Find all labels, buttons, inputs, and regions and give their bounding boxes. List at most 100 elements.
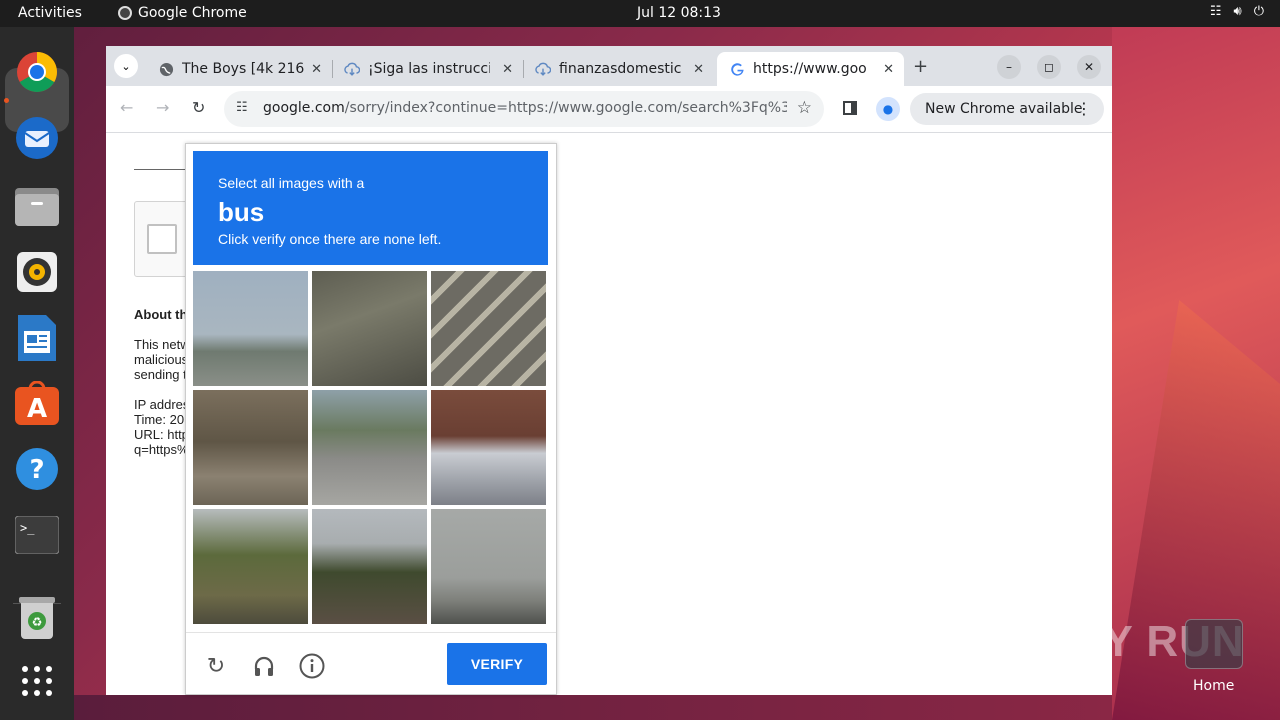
minimize-icon: – (1006, 60, 1012, 74)
app-center-icon: A (15, 381, 59, 425)
dock-trash[interactable]: ♻ (13, 593, 61, 641)
show-apps-button[interactable] (13, 657, 61, 705)
network-icon: ☷ (1209, 4, 1222, 19)
url-path: /sorry/index?continue=https://www.google… (344, 100, 787, 116)
home-label: Home (1193, 678, 1235, 694)
tab-label: finanzasdomestic (559, 61, 681, 77)
forward-button[interactable]: → (156, 98, 169, 117)
app-grid-icon (22, 666, 52, 696)
person-icon: ● (882, 102, 894, 116)
captcha-tile-8[interactable] (312, 509, 427, 624)
audio-challenge-icon[interactable] (251, 653, 277, 679)
captcha-tile-1[interactable] (193, 271, 308, 386)
close-tab-icon[interactable]: ✕ (502, 62, 513, 77)
home-folder-icon[interactable] (1185, 619, 1243, 669)
captcha-footer: ↻ VERIFY (186, 632, 556, 695)
close-icon: ✕ (1083, 60, 1095, 74)
captcha-tile-5[interactable] (312, 390, 427, 505)
captcha-tile-4[interactable] (193, 390, 308, 505)
dock-help[interactable]: ? (13, 445, 61, 493)
captcha-tile-3[interactable] (431, 271, 546, 386)
maximize-icon: ◻ (1044, 60, 1054, 74)
url-text[interactable]: google.com/sorry/index?continue=https://… (263, 100, 787, 116)
profile-avatar[interactable]: ● (876, 97, 900, 121)
tab-search-button[interactable]: ⌄ (114, 54, 138, 78)
dock-terminal[interactable]: >_ (13, 511, 61, 559)
reload-challenge-icon[interactable]: ↻ (203, 653, 229, 679)
about-heading: About th (134, 307, 188, 322)
download-cloud-icon (535, 61, 551, 77)
dock: A ? >_ ♻ (0, 27, 74, 720)
captcha-tile-9[interactable] (431, 509, 546, 624)
dock-thunderbird[interactable] (13, 114, 61, 162)
bookmark-star-icon[interactable]: ☆ (797, 98, 812, 118)
dock-chrome[interactable] (13, 48, 61, 96)
tab-0[interactable]: The Boys [4k 2160 ✕ (146, 52, 332, 86)
power-icon: ⏻ (1253, 4, 1264, 19)
verify-button[interactable]: VERIFY (447, 643, 547, 685)
tab-3-active[interactable]: https://www.goo ✕ (717, 52, 904, 86)
text-line: q=https% (134, 442, 189, 457)
activities-button[interactable]: Activities (18, 5, 82, 21)
chevron-down-icon: ⌄ (121, 59, 131, 73)
captcha-tile-7[interactable] (193, 509, 308, 624)
maximize-button[interactable]: ◻ (1037, 55, 1061, 79)
new-tab-button[interactable]: + (913, 56, 928, 77)
svg-text:>_: >_ (20, 521, 35, 535)
app-menu[interactable]: Google Chrome (118, 5, 247, 21)
explanation-text: This netw malicious sending t (134, 337, 190, 382)
tab-strip: ⌄ The Boys [4k 2160 ✕ ¡Siga las instrucc… (106, 46, 1112, 86)
volume-icon: 🔊︎ (1233, 4, 1242, 19)
help-icon: ? (16, 448, 58, 490)
more-vert-icon[interactable]: ⋮ (1076, 99, 1092, 118)
captcha-tile-6[interactable] (431, 390, 546, 505)
recaptcha-checkbox[interactable] (147, 224, 177, 254)
instruction-line: Select all images with a (218, 175, 365, 191)
google-icon (729, 61, 745, 77)
close-tab-icon[interactable]: ✕ (693, 62, 704, 77)
tab-label: https://www.goo (753, 61, 867, 77)
chrome-icon (17, 52, 57, 92)
side-panel-icon[interactable] (843, 101, 857, 115)
update-label: New Chrome available (925, 101, 1083, 117)
dock-app-center[interactable]: A (13, 379, 61, 427)
dock-writer[interactable] (13, 314, 61, 362)
wallpaper-bottom (74, 695, 1112, 720)
tab-2[interactable]: finanzasdomestic ✕ (523, 52, 714, 86)
info-icon[interactable] (299, 653, 325, 679)
text-line: sending t (134, 367, 187, 382)
text-line: URL: http (134, 427, 189, 442)
target-object: bus (218, 197, 265, 227)
trash-icon: ♻ (19, 597, 55, 639)
system-tray[interactable]: ☷ 🔊︎ ⏻ (1210, 4, 1264, 19)
app-name: Google Chrome (138, 5, 247, 21)
address-bar[interactable]: ☷ google.com/sorry/index?continue=https:… (224, 91, 824, 127)
globe-icon (158, 61, 174, 77)
dock-files[interactable] (13, 182, 61, 230)
tab-1[interactable]: ¡Siga las instrucci ✕ (332, 52, 523, 86)
running-indicator (4, 98, 9, 103)
text-line: Time: 20 (134, 412, 185, 427)
rhythmbox-icon (17, 252, 57, 292)
text-line: malicious (134, 352, 189, 367)
text-line: IP addres (134, 397, 190, 412)
clock[interactable]: Jul 12 08:13 (637, 5, 721, 21)
chrome-small-icon (118, 6, 132, 20)
svg-text:A: A (27, 394, 47, 424)
captcha-tile-2[interactable] (312, 271, 427, 386)
back-button[interactable]: ← (120, 98, 133, 117)
close-tab-icon[interactable]: ✕ (883, 62, 894, 77)
captcha-instructions: Select all images with a bus Click verif… (193, 151, 548, 265)
update-chrome-button[interactable]: New Chrome available ⋮ (910, 93, 1104, 125)
captcha-challenge: Select all images with a bus Click verif… (185, 143, 557, 695)
top-bar: Activities Google Chrome Jul 12 08:13 ☷ … (0, 0, 1280, 27)
close-window-button[interactable]: ✕ (1077, 55, 1101, 79)
tab-label: The Boys [4k 2160 (182, 61, 304, 77)
close-tab-icon[interactable]: ✕ (311, 62, 322, 77)
url-host: google.com (263, 100, 345, 116)
reload-button[interactable]: ↻ (192, 98, 205, 117)
writer-icon (18, 315, 56, 361)
dock-rhythmbox[interactable] (13, 248, 61, 296)
site-info-icon[interactable]: ☷ (236, 100, 248, 115)
minimize-button[interactable]: – (997, 55, 1021, 79)
